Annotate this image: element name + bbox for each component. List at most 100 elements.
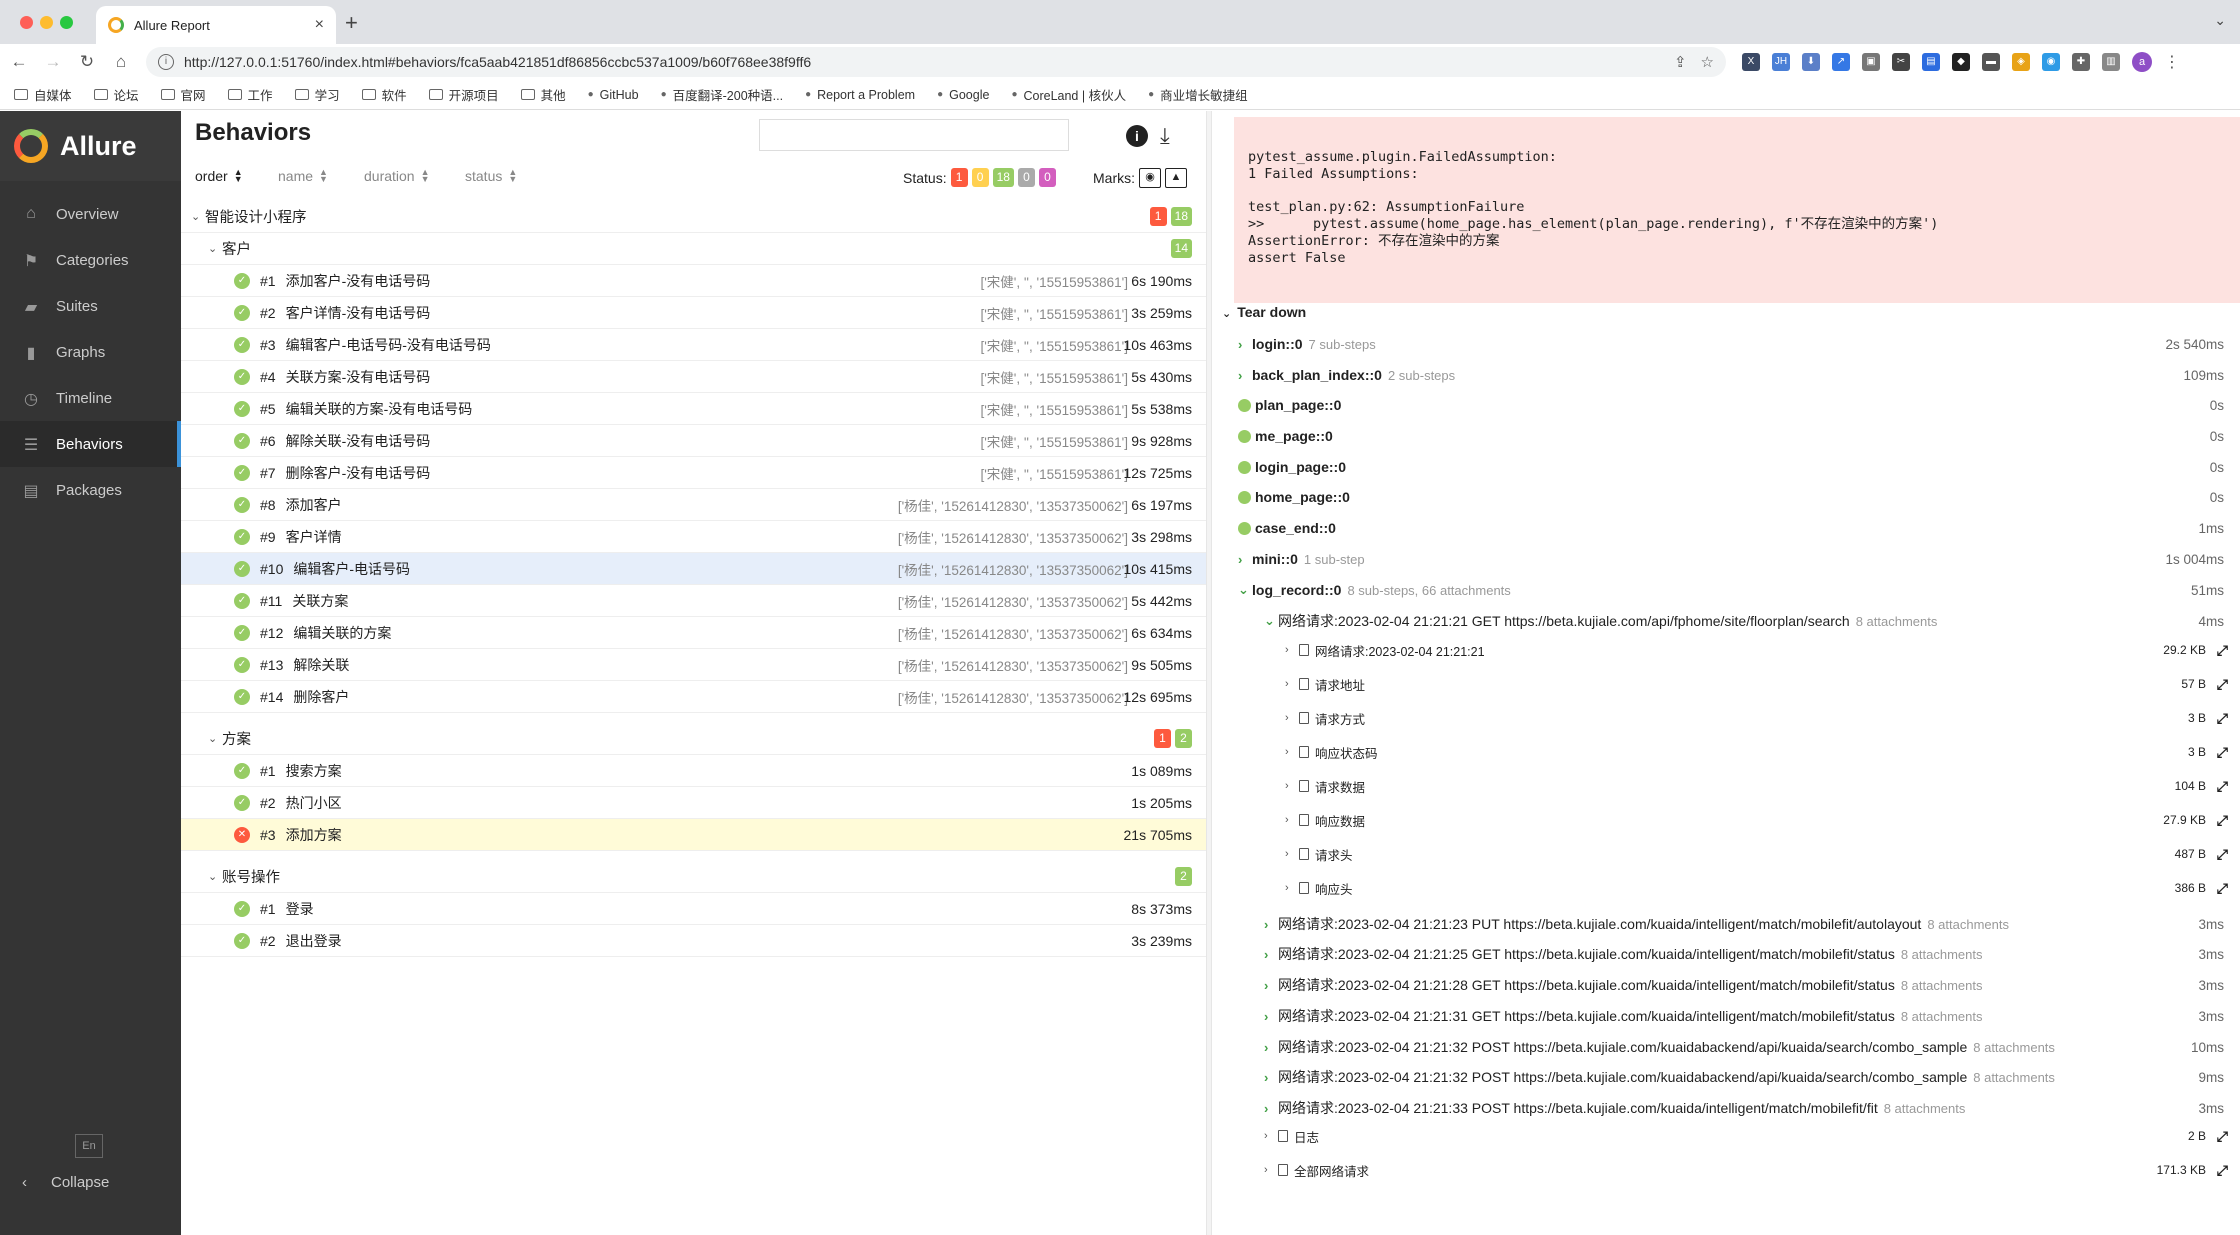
expand-icon[interactable]: ⤢ — [2217, 744, 2228, 761]
bookmark-item[interactable]: ● CoreLand | 核伙人 — [1011, 85, 1126, 104]
step-row[interactable]: ⌄ 网络请求:2023-02-04 21:21:21 GET https://be… — [1264, 610, 2240, 632]
bookmark-item[interactable]: 自媒体 — [14, 85, 72, 104]
bookmark-item[interactable]: 软件 — [361, 85, 407, 104]
test-row[interactable]: ✓ #10 编辑客户-电话号码 ['杨佳', '15261412830', '1353… — [181, 553, 1206, 585]
feature-group-2[interactable]: ⌄ 方案 1 2 — [181, 723, 1206, 755]
extension-icon[interactable]: X — [1742, 53, 1760, 71]
bookmark-item[interactable]: ● 商业增长敏捷组 — [1148, 85, 1248, 104]
status-passed-toggle[interactable]: 18 — [992, 168, 1014, 187]
bookmark-item[interactable]: 学习 — [294, 85, 340, 104]
expand-icon[interactable]: ⤢ — [2217, 1162, 2228, 1179]
test-row[interactable]: ✓ #4 关联方案-没有电话号码 ['宋健', '', '15515953861'] 5… — [181, 361, 1206, 393]
step-row[interactable]: › 网络请求:2023-02-04 21:21:33 POST https://b… — [1264, 1097, 2240, 1119]
test-row[interactable]: ✓ #9 客户详情 ['杨佳', '15261412830', '1353735006… — [181, 521, 1206, 553]
attachment-row[interactable]: › 请求数据 104 B ⤢ — [1285, 775, 2240, 797]
step-row[interactable]: › 网络请求:2023-02-04 21:21:32 POST https://b… — [1264, 1036, 2240, 1058]
status-unknown-toggle[interactable]: 0 — [1038, 168, 1056, 187]
url-field[interactable]: i http://127.0.0.1:51760/index.html#beha… — [146, 47, 1726, 77]
step-row[interactable]: › 网络请求:2023-02-04 21:21:25 GET https://be… — [1264, 943, 2240, 965]
feature-group-3[interactable]: ⌄ 账号操作 2 — [181, 861, 1206, 893]
attachment-row[interactable]: › 日志 2 B ⤢ — [1264, 1125, 2240, 1147]
attachment-row[interactable]: › 请求方式 3 B ⤢ — [1285, 707, 2240, 729]
attachment-row[interactable]: › 请求地址 57 B ⤢ — [1285, 673, 2240, 695]
step-row[interactable]: › login::0 7 sub-steps 2s 540ms — [1238, 333, 2240, 355]
bookmark-item[interactable]: 其他 — [520, 85, 566, 104]
extension-icon[interactable]: ▣ — [1862, 53, 1880, 71]
status-skipped-toggle[interactable]: 0 — [1017, 168, 1035, 187]
test-row[interactable]: ✕ #3 添加方案 21s 705ms — [181, 819, 1206, 851]
test-row[interactable]: ✓ #3 编辑客户-电话号码-没有电话号码 ['宋健', '', '155159538… — [181, 329, 1206, 361]
sort-order[interactable]: order ▲ ▼ — [195, 168, 243, 185]
reload-icon[interactable]: ↻ — [72, 52, 102, 72]
test-row[interactable]: ✓ #5 编辑关联的方案-没有电话号码 ['宋健', '', '15515953861… — [181, 393, 1206, 425]
browser-tab[interactable]: Allure Report × — [96, 6, 336, 44]
test-row[interactable]: ✓ #2 客户详情-没有电话号码 ['宋健', '', '15515953861'] 3… — [181, 297, 1206, 329]
home-icon[interactable]: ⌂ — [106, 52, 136, 72]
collapse-button[interactable]: ‹ Collapse — [22, 1174, 109, 1191]
test-row[interactable]: ✓ #14 删除客户 ['杨佳', '15261412830', '135373500… — [181, 681, 1206, 713]
search-input[interactable] — [759, 119, 1069, 151]
expand-icon[interactable]: ⤢ — [2217, 642, 2228, 659]
teardown-toggle[interactable]: ⌄ Tear down — [1222, 304, 1306, 320]
sidepanel-icon[interactable]: ▥ — [2102, 53, 2120, 71]
test-row[interactable]: ✓ #1 搜索方案 1s 089ms — [181, 755, 1206, 787]
nav-item-behaviors[interactable]: ☰ Behaviors — [0, 421, 181, 467]
bookmark-item[interactable]: ● Google — [937, 88, 989, 102]
maximize-window-button[interactable] — [60, 16, 73, 29]
site-info-icon[interactable]: i — [158, 54, 174, 70]
test-row[interactable]: ✓ #6 解除关联-没有电话号码 ['宋健', '', '15515953861'] 9… — [181, 425, 1206, 457]
back-icon[interactable]: ← — [4, 52, 34, 72]
attachment-row[interactable]: › 响应数据 27.9 KB ⤢ — [1285, 809, 2240, 831]
nav-item-timeline[interactable]: ◷ Timeline — [0, 375, 181, 421]
bookmark-star-icon[interactable]: ☆ — [1701, 53, 1714, 71]
sort-duration[interactable]: duration ▲ ▼ — [364, 168, 430, 185]
step-row[interactable]: › 网络请求:2023-02-04 21:21:31 GET https://be… — [1264, 1005, 2240, 1027]
info-icon[interactable]: i — [1126, 125, 1148, 147]
attachment-row[interactable]: › 请求头 487 B ⤢ — [1285, 843, 2240, 865]
menu-dots-icon[interactable]: ⋮ — [2164, 52, 2180, 72]
attachment-row[interactable]: › 响应状态码 3 B ⤢ — [1285, 741, 2240, 763]
step-row[interactable]: › 网络请求:2023-02-04 21:21:23 PUT https://be… — [1264, 913, 2240, 935]
share-icon[interactable]: ⇪ — [1674, 53, 1687, 71]
extension-icon[interactable]: ⬇ — [1802, 53, 1820, 71]
test-row[interactable]: ✓ #8 添加客户 ['杨佳', '15261412830', '1353735006… — [181, 489, 1206, 521]
extension-icon[interactable]: ◈ — [2012, 53, 2030, 71]
expand-icon[interactable]: ⤢ — [2217, 710, 2228, 727]
close-tab-icon[interactable]: × — [315, 16, 324, 34]
close-window-button[interactable] — [20, 16, 33, 29]
minimize-window-button[interactable] — [40, 16, 53, 29]
step-row[interactable]: me_page::0 0s — [1238, 425, 2240, 447]
test-row[interactable]: ✓ #2 热门小区 1s 205ms — [181, 787, 1206, 819]
attachment-row[interactable]: › 全部网络请求 171.3 KB ⤢ — [1264, 1159, 2240, 1181]
attachment-row[interactable]: › 网络请求:2023-02-04 21:21:21 29.2 KB ⤢ — [1285, 639, 2240, 661]
expand-icon[interactable]: ⤢ — [2217, 676, 2228, 693]
test-row[interactable]: ✓ #7 删除客户-没有电话号码 ['宋健', '', '15515953861'] 1… — [181, 457, 1206, 489]
feature-group-0[interactable]: ⌄ 智能设计小程序 1 18 — [181, 201, 1206, 233]
bookmark-item[interactable]: 开源项目 — [428, 85, 499, 104]
nav-item-categories[interactable]: ⚑ Categories — [0, 237, 181, 283]
new-tab-icon[interactable]: + — [345, 10, 358, 36]
nav-item-graphs[interactable]: ▮ Graphs — [0, 329, 181, 375]
step-row[interactable]: › 网络请求:2023-02-04 21:21:32 POST https://b… — [1264, 1066, 2240, 1088]
extension-icon[interactable]: ✂ — [1892, 53, 1910, 71]
bookmark-item[interactable]: ● 百度翻译-200种语... — [661, 85, 783, 104]
step-row[interactable]: case_end::0 1ms — [1238, 517, 2240, 539]
test-row[interactable]: ✓ #1 添加客户-没有电话号码 ['宋健', '', '15515953861'] 6… — [181, 265, 1206, 297]
bookmark-item[interactable]: ● GitHub — [588, 88, 639, 102]
extension-icon[interactable]: ◉ — [2042, 53, 2060, 71]
test-row[interactable]: ✓ #13 解除关联 ['杨佳', '15261412830', '135373500… — [181, 649, 1206, 681]
puzzle-icon[interactable]: ✚ — [2072, 53, 2090, 71]
status-broken-toggle[interactable]: 0 — [971, 168, 989, 187]
step-row[interactable]: home_page::0 0s — [1238, 486, 2240, 508]
attachment-row[interactable]: › 响应头 386 B ⤢ — [1285, 877, 2240, 899]
download-icon[interactable]: ⤓ — [1160, 123, 1170, 149]
expand-icon[interactable]: ⤢ — [2217, 812, 2228, 829]
extension-icon[interactable]: ▤ — [1922, 53, 1940, 71]
status-failed-toggle[interactable]: 1 — [950, 168, 968, 187]
bookmark-item[interactable]: 官网 — [160, 85, 206, 104]
step-row[interactable]: › 网络请求:2023-02-04 21:21:28 GET https://be… — [1264, 974, 2240, 996]
nav-item-suites[interactable]: ▰ Suites — [0, 283, 181, 329]
extension-icon[interactable]: ◆ — [1952, 53, 1970, 71]
flaky-mark-icon[interactable]: ◉ — [1139, 168, 1161, 188]
step-row[interactable]: login_page::0 0s — [1238, 456, 2240, 478]
